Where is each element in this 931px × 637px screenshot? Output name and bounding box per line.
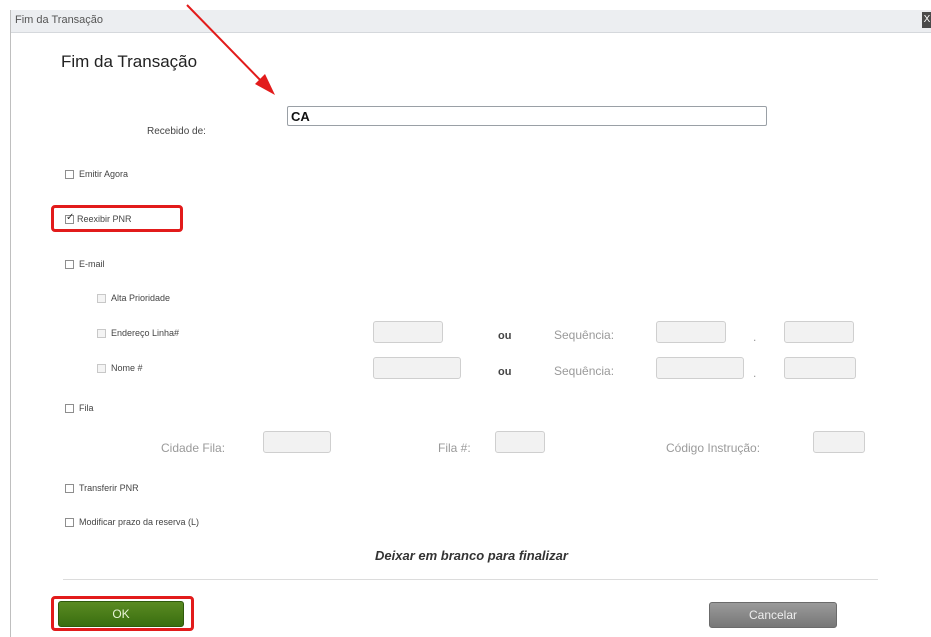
annotation-arrow-icon [186, 4, 275, 95]
